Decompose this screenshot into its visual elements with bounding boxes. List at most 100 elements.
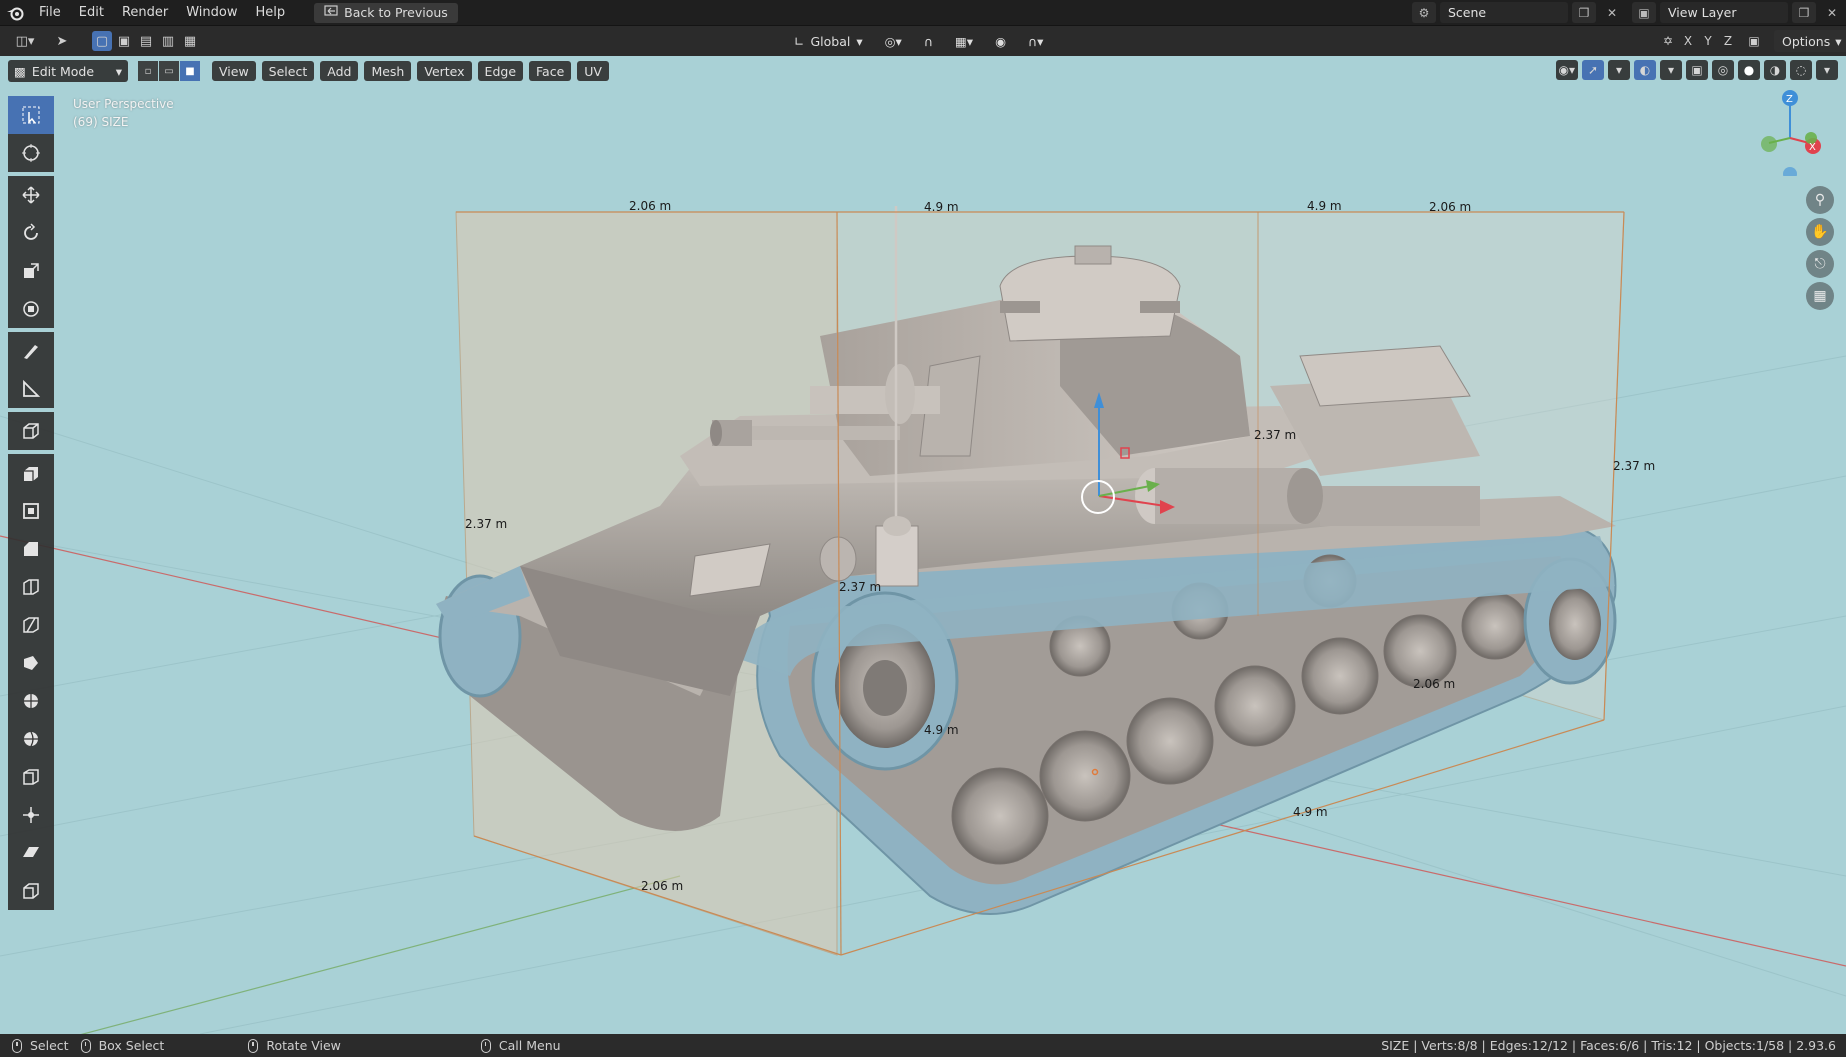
measure-label: 2.37 m [1254, 428, 1297, 442]
smooth-icon[interactable] [8, 720, 54, 758]
mode-dropdown[interactable]: ▩ Edit Mode ▾ [8, 60, 128, 82]
pan-hand-icon[interactable]: ✋ [1806, 218, 1834, 246]
menu-edge[interactable]: Edge [477, 61, 524, 81]
transform-orientation-dropdown[interactable]: ∟ Global ▾ [786, 30, 871, 52]
shrink-fatten-icon[interactable] [8, 796, 54, 834]
overlays-toggle-icon[interactable]: ◐ [1634, 60, 1656, 80]
menu-uv[interactable]: UV [577, 61, 609, 81]
back-to-previous-button[interactable]: Back to Previous [314, 2, 458, 23]
select-invert-icon[interactable]: ▥ [158, 31, 178, 51]
transform-icon[interactable] [8, 290, 54, 328]
shear-icon[interactable] [8, 834, 54, 872]
loop-cut-icon[interactable] [8, 568, 54, 606]
solid-shading-icon[interactable]: ● [1738, 60, 1760, 80]
menu-file[interactable]: File [30, 0, 70, 26]
navigation-gizmo[interactable]: Z X [1745, 86, 1835, 181]
poly-build-icon[interactable] [8, 644, 54, 682]
mirror-icon[interactable]: ✡ [1660, 31, 1676, 51]
xray-toggle-icon[interactable]: ▣ [1686, 60, 1708, 80]
status-select-label: Select [30, 1038, 69, 1053]
move-icon[interactable] [8, 176, 54, 214]
measure-label: 2.06 m [1429, 200, 1472, 214]
menu-help[interactable]: Help [247, 0, 295, 26]
new-scene-icon[interactable]: ❐ [1572, 2, 1596, 23]
rendered-shading-icon[interactable]: ◌ [1790, 60, 1812, 80]
extrude-icon[interactable] [8, 454, 54, 492]
material-shading-icon[interactable]: ◑ [1764, 60, 1786, 80]
add-cube-icon[interactable] [8, 412, 54, 450]
back-screen-icon [324, 5, 338, 20]
menu-face[interactable]: Face [529, 61, 572, 81]
scene-icon[interactable]: ⚙ [1412, 2, 1436, 23]
visibility-eye-icon[interactable]: ◉▾ [1555, 60, 1578, 80]
menu-view[interactable]: View [212, 61, 256, 81]
select-subtract-icon[interactable]: ▤ [136, 31, 156, 51]
rotate-icon[interactable] [8, 214, 54, 252]
menu-window[interactable]: Window [177, 0, 246, 26]
chevron-down-icon: ▾ [856, 33, 863, 49]
active-tool-icon[interactable]: ➤ [50, 30, 74, 52]
wireframe-shading-icon[interactable]: ◎ [1712, 60, 1734, 80]
zoom-icon[interactable]: ⚲ [1806, 186, 1834, 214]
measure-icon[interactable] [8, 370, 54, 408]
menu-add[interactable]: Add [320, 61, 359, 81]
snap-target-dropdown[interactable]: ▦▾ [947, 30, 981, 52]
gizmo-options-icon[interactable]: ▾ [1608, 60, 1630, 80]
mirror-z-button[interactable]: Z [1720, 31, 1736, 51]
select-intersect-icon[interactable]: ▦ [180, 31, 200, 51]
new-view-layer-icon[interactable]: ❐ [1792, 2, 1816, 23]
ortho-grid-icon[interactable]: ▦ [1806, 282, 1834, 310]
bevel-icon[interactable] [8, 530, 54, 568]
inset-icon[interactable] [8, 492, 54, 530]
measure-label: 4.9 m [924, 723, 959, 737]
measure-label: 4.9 m [1307, 199, 1342, 213]
camera-view-icon[interactable]: ⎋ [1806, 250, 1834, 278]
editor-type-icon[interactable]: ◫▾ [10, 30, 40, 52]
annotate-icon[interactable] [8, 332, 54, 370]
delete-view-layer-icon[interactable]: ✕ [1820, 2, 1844, 23]
overlays-options-icon[interactable]: ▾ [1660, 60, 1682, 80]
menu-edit[interactable]: Edit [70, 0, 113, 26]
orientation-axes-icon: ∟ [794, 33, 805, 49]
delete-scene-icon[interactable]: ✕ [1600, 2, 1624, 23]
mirror-y-button[interactable]: Y [1700, 31, 1716, 51]
menu-select[interactable]: Select [261, 61, 315, 81]
auto-merge-icon[interactable]: ▣ [1746, 31, 1762, 51]
menu-vertex[interactable]: Vertex [417, 61, 472, 81]
transform-orientation-group: ∟ Global ▾ ◎▾ ∩ ▦▾ ◉ ∩▾ [786, 30, 1051, 52]
proportional-falloff-dropdown[interactable]: ∩▾ [1020, 30, 1051, 52]
3d-viewport[interactable]: ▩ Edit Mode ▾ ▫ ▭ ■ View Select Add Mesh… [0, 56, 1846, 1034]
gizmo-toggle-icon[interactable]: ➚ [1582, 60, 1604, 80]
select-new-icon[interactable]: ▢ [92, 31, 112, 51]
tool-header: ◫▾ ➤ ▢ ▣ ▤ ▥ ▦ ∟ Global ▾ ◎▾ ∩ ▦▾ ◉ ∩▾ ✡… [0, 26, 1846, 56]
shading-options-icon[interactable]: ▾ [1816, 60, 1838, 80]
options-dropdown[interactable]: Options ▾ [1774, 30, 1846, 52]
edge-slide-icon[interactable] [8, 758, 54, 796]
viewport-header: ▩ Edit Mode ▾ ▫ ▭ ■ View Select Add Mesh… [8, 60, 609, 82]
scale-icon[interactable] [8, 252, 54, 290]
edge-select-icon[interactable]: ▭ [159, 61, 179, 81]
menu-mesh[interactable]: Mesh [364, 61, 412, 81]
status-bar: Select Box Select Rotate View Call Menu … [0, 1034, 1846, 1057]
select-extend-icon[interactable]: ▣ [114, 31, 134, 51]
rip-icon[interactable] [8, 872, 54, 910]
view-layer-field[interactable]: View Layer [1660, 2, 1788, 23]
measure-label: 2.06 m [641, 879, 684, 893]
select-box-icon[interactable] [8, 96, 54, 134]
cursor-icon[interactable] [8, 134, 54, 172]
pivot-point-dropdown[interactable]: ◎▾ [877, 30, 910, 52]
scene-selector: ⚙ Scene ❐ ✕ [1412, 2, 1624, 23]
face-select-icon[interactable]: ■ [180, 61, 200, 81]
viewport-scene[interactable] [0, 56, 1846, 1034]
vertex-select-icon[interactable]: ▫ [138, 61, 158, 81]
spin-icon[interactable] [8, 682, 54, 720]
view-layer-icon[interactable]: ▣ [1632, 2, 1656, 23]
proportional-edit-toggle[interactable]: ◉ [987, 30, 1014, 52]
blender-logo-icon[interactable] [0, 0, 30, 26]
menu-render[interactable]: Render [113, 0, 177, 26]
mirror-x-button[interactable]: X [1680, 31, 1696, 51]
knife-icon[interactable] [8, 606, 54, 644]
snap-toggle[interactable]: ∩ [916, 30, 941, 52]
status-call-menu: Call Menu [480, 1038, 561, 1053]
scene-field[interactable]: Scene [1440, 2, 1568, 23]
